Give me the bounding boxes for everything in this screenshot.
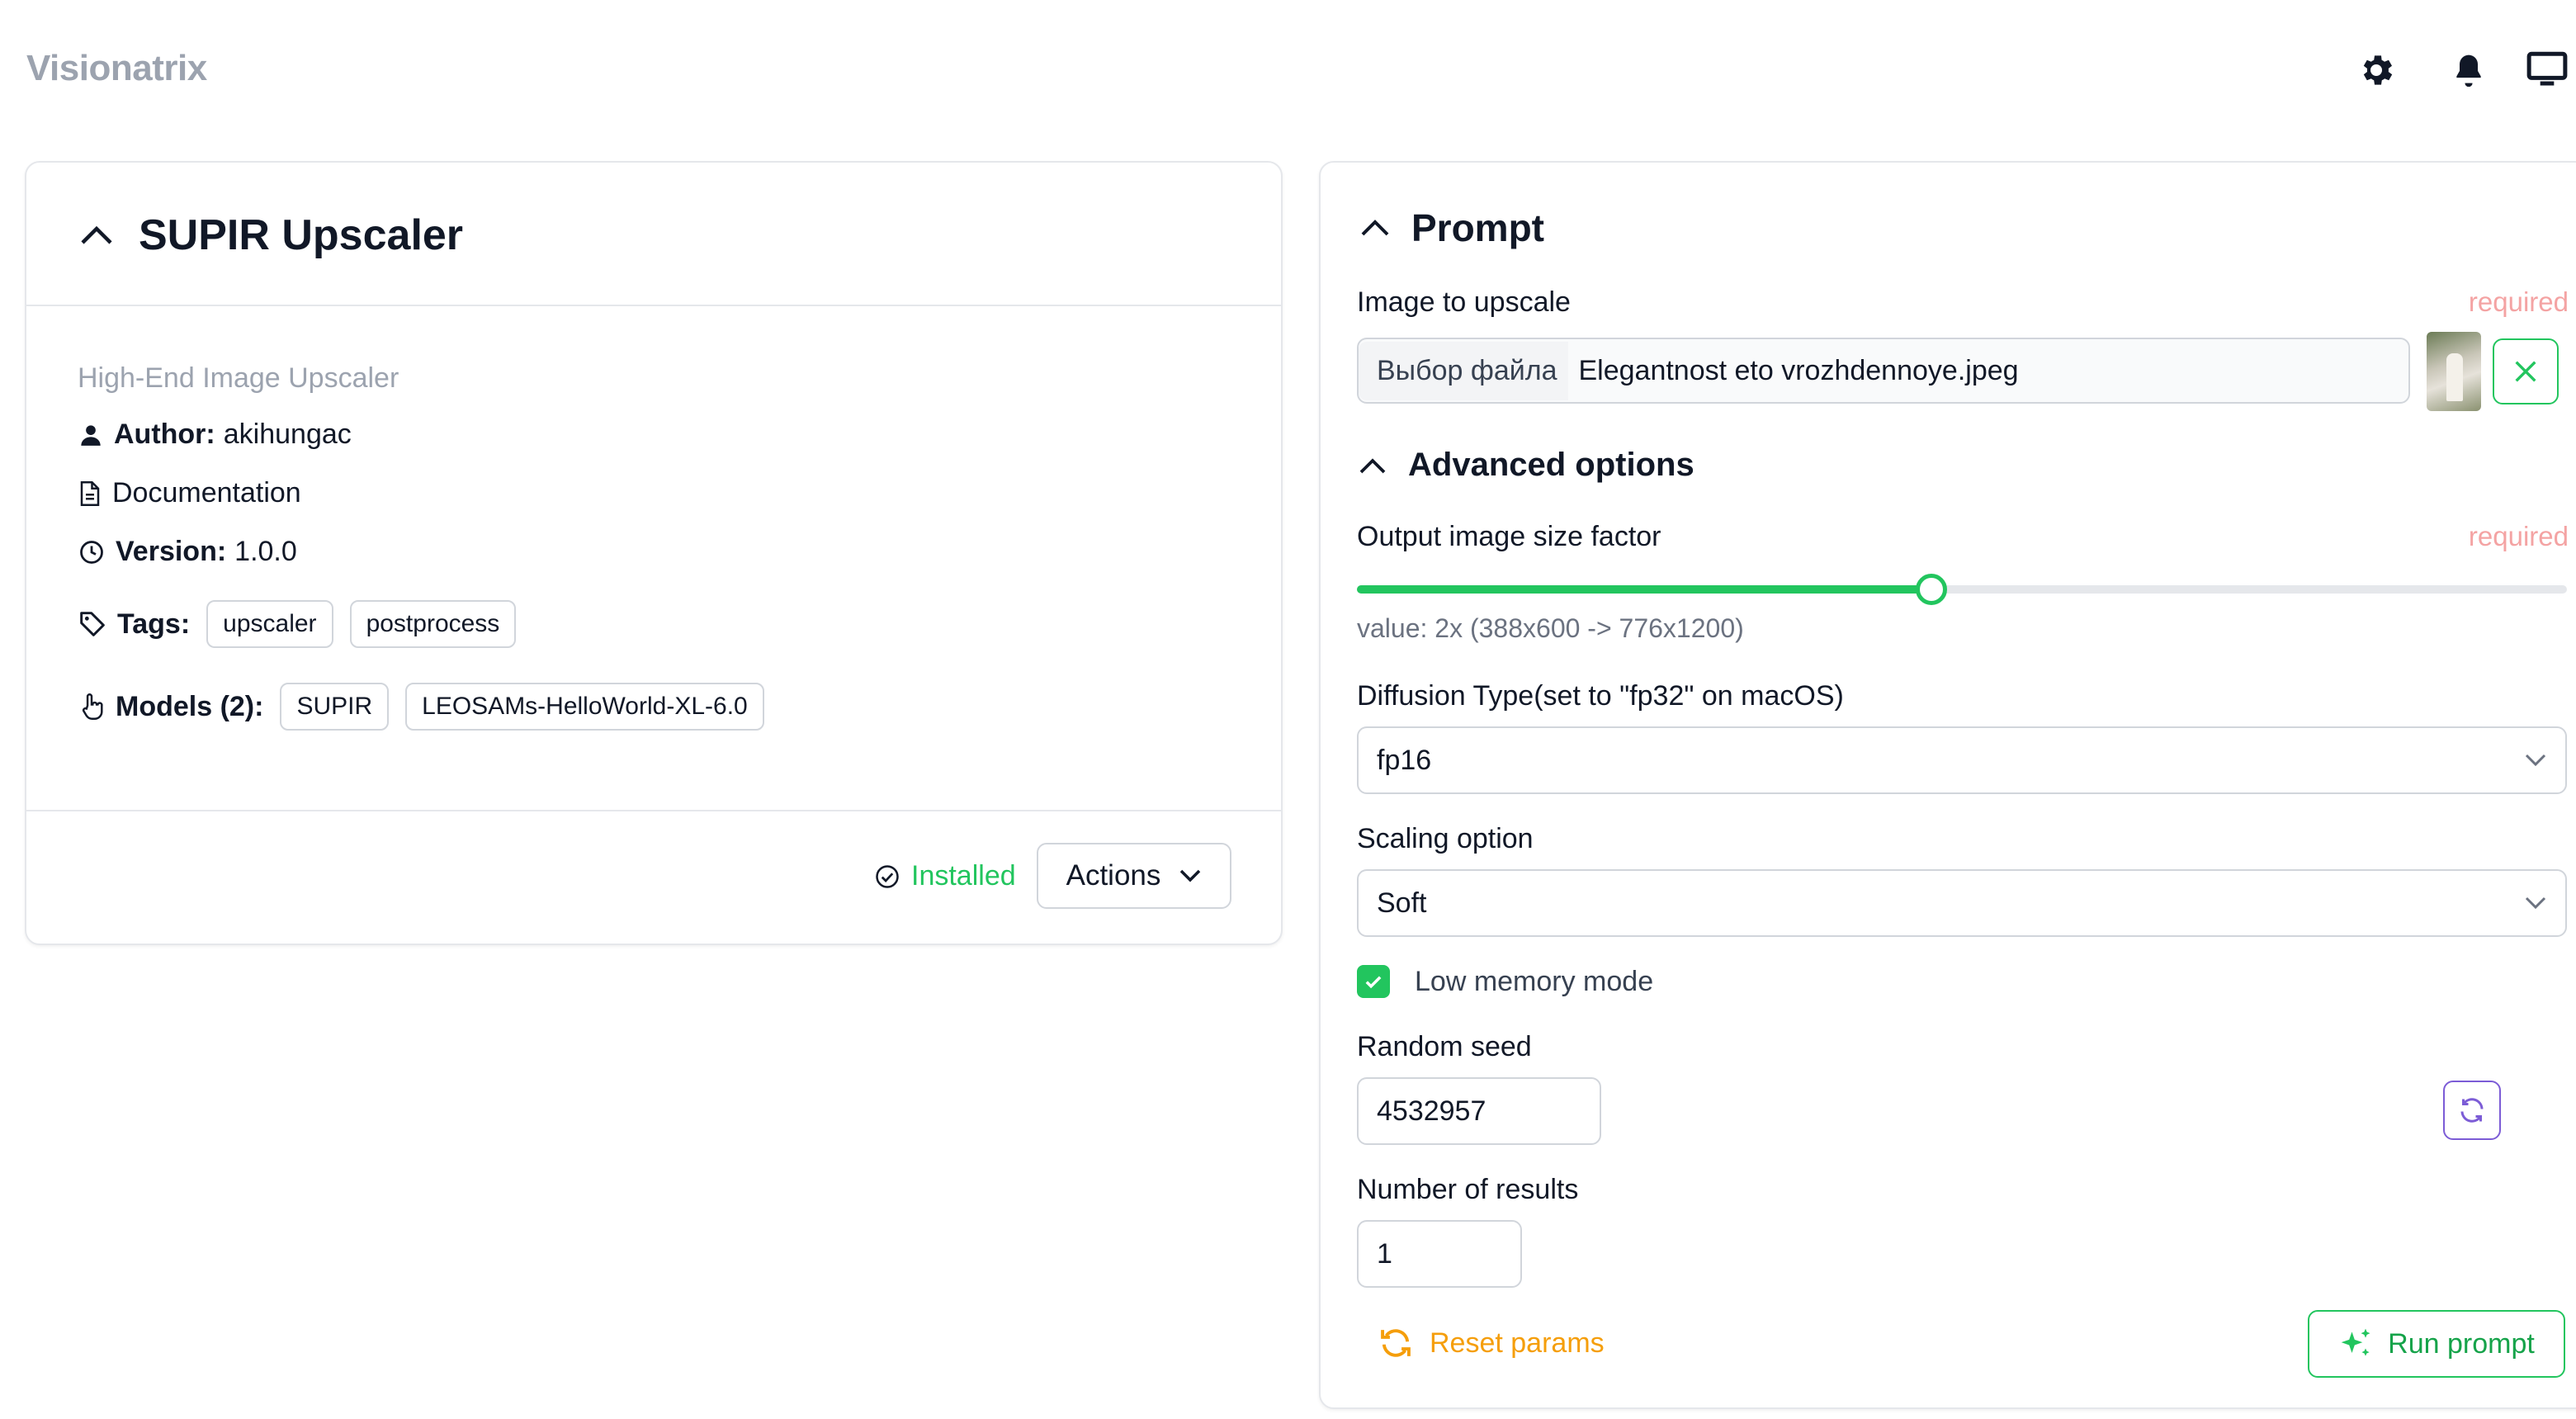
low-memory-row: Low memory mode: [1357, 965, 1653, 998]
author-label: Author:: [114, 419, 215, 450]
documentation-label: Documentation: [112, 477, 301, 508]
bell-icon[interactable]: [2446, 47, 2492, 93]
chevron-up-icon[interactable]: [1360, 219, 1390, 237]
documentation-link[interactable]: Documentation: [79, 477, 301, 509]
clock-icon: [79, 540, 104, 565]
monitor-icon[interactable]: [2524, 47, 2570, 93]
num-results-input[interactable]: 1: [1357, 1220, 1522, 1288]
low-memory-checkbox[interactable]: [1357, 965, 1390, 998]
slider-thumb[interactable]: [1916, 574, 1948, 605]
run-prompt-label: Run prompt: [2388, 1327, 2535, 1360]
author-value: akihungac: [223, 419, 352, 450]
diffusion-select[interactable]: fp16: [1357, 726, 2567, 794]
version-row: Version: 1.0.0: [79, 536, 297, 568]
scaling-value: Soft: [1377, 887, 1427, 919]
chevron-down-icon: [2524, 753, 2547, 768]
divider: [26, 305, 1281, 306]
randomize-seed-button[interactable]: [2443, 1081, 2501, 1140]
user-icon: [79, 423, 102, 447]
run-prompt-button[interactable]: Run prompt: [2308, 1310, 2565, 1378]
file-name: Elegantnost eto vrozhdennoye.jpeg: [1578, 354, 2019, 386]
workflow-card: SUPIR Upscaler High-End Image Upscaler A…: [25, 161, 1283, 945]
reset-params-button[interactable]: Reset params: [1377, 1327, 1605, 1360]
diffusion-label: Diffusion Type(set to "fp32" on macOS): [1357, 680, 1844, 712]
tags-label: Tags:: [117, 608, 191, 640]
tag-chip[interactable]: upscaler: [206, 600, 333, 648]
size-factor-slider[interactable]: [1357, 574, 2567, 607]
tags-row: Tags: upscaler postprocess: [79, 600, 517, 648]
advanced-options-title: Advanced options: [1408, 447, 1694, 483]
model-chip[interactable]: LEOSAMs-HelloWorld-XL-6.0: [405, 683, 764, 731]
document-icon: [79, 480, 101, 506]
app-title: Visionatrix: [26, 48, 207, 88]
chevron-down-icon: [2524, 896, 2547, 911]
model-chip[interactable]: SUPIR: [280, 683, 390, 731]
seed-label: Random seed: [1357, 1031, 1532, 1062]
workflow-subtitle: High-End Image Upscaler: [78, 362, 399, 394]
required-label: required: [2468, 521, 2569, 551]
choose-file-button[interactable]: Выбор файла: [1359, 341, 1569, 400]
size-factor-value: value: 2x (388x600 -> 776x1200): [1357, 613, 1744, 643]
actions-button[interactable]: Actions: [1037, 843, 1231, 909]
close-icon: [2512, 357, 2540, 385]
author-row: Author: akihungac: [79, 419, 352, 451]
scaling-select[interactable]: Soft: [1357, 869, 2567, 937]
reset-params-label: Reset params: [1430, 1327, 1605, 1359]
low-memory-label: Low memory mode: [1415, 965, 1654, 997]
num-results-label: Number of results: [1357, 1174, 1579, 1205]
chevron-up-icon[interactable]: [79, 225, 114, 246]
required-label: required: [2468, 286, 2569, 317]
slider-fill: [1357, 585, 1932, 594]
installed-status: Installed: [875, 860, 1016, 892]
seed-input[interactable]: 4532957: [1357, 1077, 1601, 1145]
clear-file-button[interactable]: [2493, 338, 2559, 404]
check-circle-icon: [875, 864, 900, 889]
installed-label: Installed: [911, 860, 1016, 892]
actions-label: Actions: [1066, 859, 1161, 892]
tag-icon: [79, 611, 106, 637]
models-row: Models (2): SUPIR LEOSAMs-HelloWorld-XL-…: [79, 683, 764, 731]
prompt-title: Prompt: [1411, 206, 1544, 249]
file-input[interactable]: Выбор файла Elegantnost eto vrozhdennoye…: [1357, 338, 2410, 404]
tag-chip[interactable]: postprocess: [349, 600, 517, 648]
version-label: Version:: [116, 536, 227, 567]
seed-value: 4532957: [1377, 1095, 1487, 1127]
image-label: Image to upscale: [1357, 286, 1571, 318]
image-thumbnail[interactable]: [2427, 332, 2481, 411]
chevron-up-icon[interactable]: [1359, 456, 1387, 475]
divider: [26, 810, 1281, 811]
workflow-title: SUPIR Upscaler: [139, 211, 464, 259]
refresh-icon: [1377, 1327, 1415, 1360]
pointer-icon: [79, 693, 104, 720]
version-value: 1.0.0: [234, 536, 297, 567]
sparkles-icon: [2338, 1326, 2375, 1362]
gear-icon[interactable]: [2353, 47, 2399, 93]
chevron-down-icon: [1179, 868, 1202, 883]
scaling-label: Scaling option: [1357, 823, 1534, 854]
refresh-icon: [2457, 1095, 2487, 1125]
prompt-card: Prompt Image to upscale required Выбор ф…: [1319, 161, 2576, 1409]
size-factor-label: Output image size factor: [1357, 521, 1661, 552]
num-results-value: 1: [1377, 1237, 1392, 1270]
diffusion-value: fp16: [1377, 744, 1432, 776]
models-label: Models (2):: [116, 690, 264, 722]
